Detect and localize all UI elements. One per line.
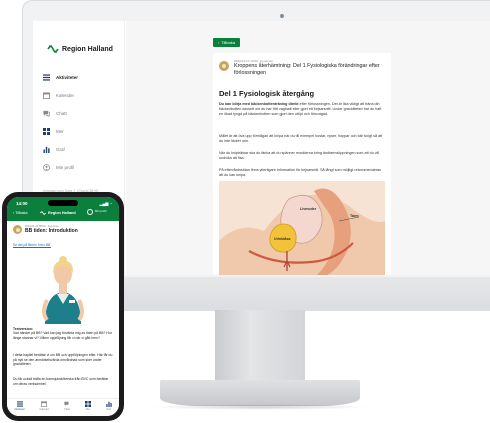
dynamic-island [48,200,78,206]
phone-article-title: BB tiden: Introduktion [25,228,78,234]
monitor-foot [160,380,360,406]
label-uterus: Livmoder [300,207,317,211]
phone-header: 14:00 ▂▄▆ ◔ ‹ Tillbaka Region Halland Mi… [7,197,119,221]
tab-chatt[interactable]: Chatt [64,401,70,411]
article-header: 2023-01-17 10:00 · Fenomen Kroppens åter… [219,59,384,76]
article-paragraph: Målet är att öva upp förmågan att knipa … [219,134,383,144]
desktop-nav: Aktiviteter Kalender Chatt Mer Graf Min … [43,68,123,176]
chart-icon [43,146,50,153]
article-text: På eftervårdssidan finns ytterligare inf… [219,168,320,172]
phone-back-label: Tillbaka [15,211,28,215]
tab-label: Kalender [39,408,50,411]
phone-paragraph: Du får också träffa en barnsjuksköterska… [13,377,109,386]
video-link[interactable]: Se det på filmen 'Intro BB' [13,243,51,247]
brand-name: Region Halland [62,45,113,53]
pelvis-diagram-icon [219,188,385,275]
author-avatar [13,225,22,234]
article-paragraph: När du knipträinar ska du tänka att du s… [219,151,380,161]
desktop-brand: Region Halland [47,43,113,55]
nav-item-mer[interactable]: Mer [43,122,123,140]
status-time: 14:00 [16,201,28,206]
article-emphasis: Du kan börja med bäckenbottenträning dir… [219,102,299,106]
label-bladder: Urinblåsa [274,237,291,241]
tab-label: Mer [85,408,90,411]
tab-label: Aktiviteter [14,408,25,411]
chat-icon [64,401,69,406]
chart-icon [105,401,112,407]
monitor-stand [215,310,305,382]
region-halland-logo-icon [47,45,59,53]
nav-item-aktiviteter[interactable]: Aktiviteter [43,68,123,86]
back-label: Tillbaka [221,40,235,45]
phone-brand: Region Halland [40,210,76,216]
tab-aktiviteter[interactable]: Aktiviteter [14,401,25,411]
phone-profile-button[interactable]: Min profil [87,209,113,215]
phone-article-header: 2023-01-24 08:00 · Fenomen BB tiden: Int… [13,225,78,234]
profile-icon [87,209,93,215]
nav-label: Aktiviteter [56,74,79,80]
nav-item-graf[interactable]: Graf [43,140,123,158]
phone-back-button[interactable]: ‹ Tillbaka [13,211,27,215]
calendar-icon [41,401,48,407]
nav-label: Graf [56,146,65,152]
calendar-icon [43,91,50,99]
chevron-left-icon: ‹ [13,211,15,215]
stand-shadow [150,404,370,410]
author-avatar [219,61,229,71]
profile-icon [43,163,50,171]
tab-label: Graf [106,408,111,411]
chat-icon [43,110,50,117]
article-heading: Del 1 Fysiologisk återgång [219,89,315,98]
signal-battery-icon: ▂▄▆ ◔ [99,201,112,206]
list-icon [43,73,50,81]
nav-label: Kalender [56,92,75,98]
label-rectum: Tarm [350,214,359,218]
tab-mer[interactable]: Mer [84,401,91,411]
tab-graf[interactable]: Graf [105,401,112,411]
phone-profile-label: Min profil [95,209,107,214]
phone-brand-name: Region Halland [48,211,76,215]
tab-kalender[interactable]: Kalender [39,401,50,411]
grid-icon [84,401,91,407]
nav-label: Min profil [56,164,75,170]
list-icon [16,401,23,407]
nurse-illustration-icon [42,256,84,324]
phone-tab-bar: Aktiviteter Kalender Chatt Mer Graf [7,398,119,416]
nav-label: Chatt [56,110,67,116]
back-button[interactable]: ‹ Tillbaka [213,38,240,47]
camera-icon [280,14,284,18]
video-illustration-nurse[interactable] [7,250,119,324]
smartphone: 14:00 ▂▄▆ ◔ ‹ Tillbaka Region Halland Mi… [2,192,124,421]
region-halland-logo-icon [40,211,46,215]
phone-paragraph: I detta kapitel berättar vi om BB och up… [13,353,113,367]
tab-label: Chatt [64,408,70,411]
article-paragraph: På eftervårdssidan finns ytterligare inf… [219,168,385,179]
phone-screen: 14:00 ▂▄▆ ◔ ‹ Tillbaka Region Halland Mi… [7,197,119,416]
article-paragraph: Du kan börja med bäckenbottenträning dir… [219,102,385,118]
nav-item-chatt[interactable]: Chatt [43,104,123,122]
device-mockup-stage: Region Halland Aktiviteter Kalender Chat… [0,0,490,423]
phone-paragraph: Vad händer på BB? Vad kan jag förvänta m… [13,331,112,340]
desktop-main: ‹ Tillbaka 2023-01-17 10:00 · Fenomen Kr… [126,21,490,275]
article-title: Kroppens återhämtning: Del 1 Fysiologisk… [234,63,380,76]
pelvic-anatomy-illustration: Livmoder Urinblåsa Tarm [219,181,385,275]
nav-label: Mer [56,128,64,134]
chevron-left-icon: ‹ [218,40,220,45]
nav-item-kalender[interactable]: Kalender [43,86,123,104]
article-card: 2023-01-17 10:00 · Fenomen Kroppens åter… [213,53,391,275]
nav-item-min-profil[interactable]: Min profil [43,158,123,176]
grid-icon [43,127,50,135]
